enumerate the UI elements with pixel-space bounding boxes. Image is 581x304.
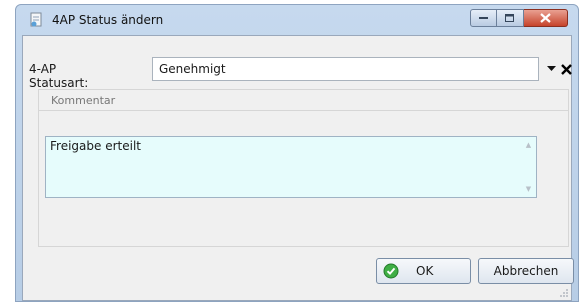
cancel-label: Abbrechen xyxy=(493,264,559,278)
maximize-icon xyxy=(505,13,514,22)
maximize-button[interactable] xyxy=(497,9,524,27)
statusart-label: 4-AP Statusart: xyxy=(29,62,89,90)
scroll-down-icon[interactable]: ▼ xyxy=(526,185,531,193)
comment-group-label: Kommentar xyxy=(39,90,568,111)
clear-icon[interactable] xyxy=(559,61,573,77)
close-button[interactable] xyxy=(524,9,568,27)
statusart-combobox[interactable]: Genehmigt xyxy=(152,57,539,81)
close-icon xyxy=(540,13,551,23)
comment-text: Freigabe erteilt xyxy=(50,139,141,153)
cancel-button[interactable]: Abbrechen xyxy=(478,258,574,284)
dropdown-icon[interactable] xyxy=(545,62,557,76)
resize-grip-icon[interactable] xyxy=(559,288,569,298)
statusart-value: Genehmigt xyxy=(159,62,226,76)
ok-label: OK xyxy=(416,264,434,278)
comment-textarea[interactable]: Freigabe erteilt ▲ ▼ xyxy=(45,136,537,198)
check-circle-icon xyxy=(383,263,399,279)
comment-scrollbar[interactable]: ▲ ▼ xyxy=(521,137,536,197)
window-title: 4AP Status ändern xyxy=(52,13,164,27)
title-bar[interactable]: 4AP Status ändern xyxy=(16,5,578,35)
ok-button[interactable]: OK xyxy=(376,258,471,284)
minimize-icon xyxy=(478,17,488,19)
scroll-up-icon[interactable]: ▲ xyxy=(526,141,531,149)
minimize-button[interactable] xyxy=(470,9,497,27)
app-icon xyxy=(28,12,44,28)
